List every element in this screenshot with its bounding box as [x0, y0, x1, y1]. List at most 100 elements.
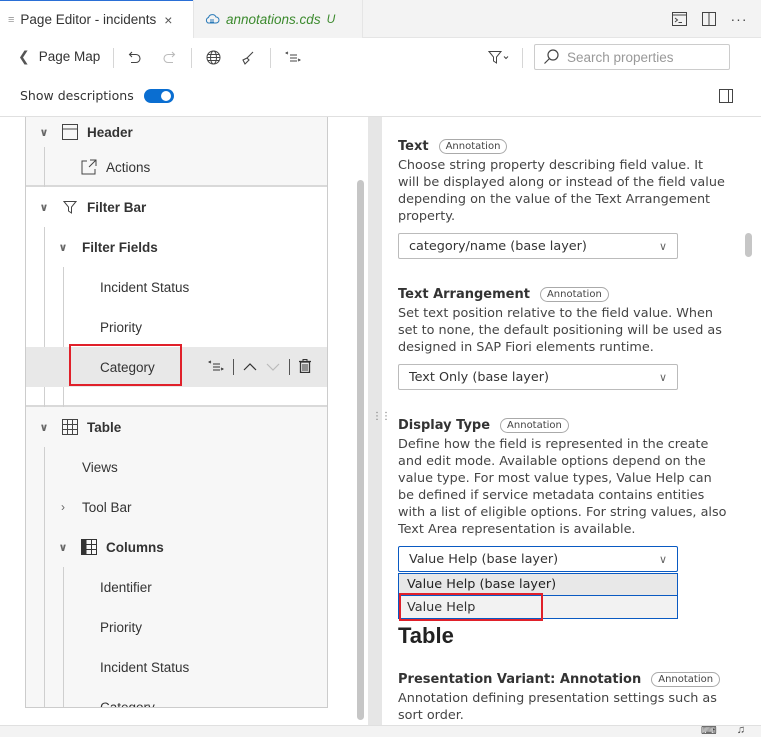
annotation-badge: Annotation: [651, 672, 721, 687]
tree-node-label: Incident Status: [100, 659, 190, 675]
tree-node-filter-field[interactable]: Incident Status: [26, 267, 327, 307]
chevron-down-icon: ∨: [658, 239, 667, 253]
status-bar: ⌨ ♫: [0, 724, 761, 737]
page-map-label: Page Map: [38, 49, 101, 64]
tree-node-column[interactable]: Priority: [26, 607, 327, 647]
filter-dropdown-icon[interactable]: [488, 50, 510, 65]
page-map-button[interactable]: ❮ Page Map: [18, 48, 100, 65]
tree-node-label: Header: [87, 124, 133, 140]
chevron-down-icon[interactable]: ∨: [57, 241, 69, 254]
text-arrangement-select[interactable]: Text Only (base layer) ∨: [398, 364, 678, 390]
tree-node-label: Priority: [100, 619, 143, 635]
chevron-right-icon[interactable]: ›: [57, 500, 69, 514]
property-title: Text Arrangement: [398, 287, 530, 302]
property-title: Presentation Variant: Annotation: [398, 672, 642, 687]
annotation-badge: Annotation: [500, 418, 569, 433]
tree-node-columns[interactable]: ∨ Columns: [26, 527, 327, 567]
terminal-icon[interactable]: [671, 11, 687, 27]
toolbar-divider: [191, 48, 192, 68]
globe-icon[interactable]: [206, 50, 221, 65]
tab-page-editor[interactable]: ≡ Page Editor - incidents ×: [0, 0, 193, 38]
feedback-icon[interactable]: ⌨: [701, 724, 717, 737]
tree-section-filter-bar: ∨ Filter Bar ∨ Filter Fields Incident St…: [26, 187, 327, 407]
tree-node-filter-field[interactable]: Priority: [26, 307, 327, 347]
annotation-badge: Annotation: [539, 287, 609, 302]
property-display-type: Display Type Annotation Define how the f…: [398, 418, 728, 572]
more-actions-icon[interactable]: ···: [731, 11, 747, 27]
show-descriptions-toggle[interactable]: [143, 88, 174, 103]
tree-node-label: Incident Status: [100, 279, 190, 295]
chevron-down-icon: ∨: [658, 552, 667, 566]
tree-node-label: Category: [100, 699, 155, 708]
property-text: Text Annotation Choose string property d…: [398, 139, 728, 259]
tree-node-filter-field-selected[interactable]: Category: [26, 344, 327, 387]
panel-splitter[interactable]: ⋮⋮: [368, 117, 391, 725]
text-select[interactable]: category/name (base layer) ∨: [398, 233, 678, 259]
notifications-bell-icon[interactable]: ♫: [737, 724, 745, 737]
tree-node-tool-bar[interactable]: › Tool Bar: [26, 487, 327, 527]
property-description: Define how the field is represented in t…: [398, 437, 727, 537]
columns-icon: [81, 539, 97, 555]
move-up-icon[interactable]: [243, 360, 257, 375]
redo-icon[interactable]: [162, 50, 176, 64]
tree-node-label: Priority: [100, 319, 143, 335]
tree-node-column[interactable]: Category: [26, 687, 327, 708]
select-value: Value Help (base layer): [409, 551, 559, 567]
chevron-left-icon: ❮: [18, 48, 30, 64]
outline-list-icon[interactable]: [207, 359, 225, 376]
properties-panel: Text Annotation Choose string property d…: [382, 117, 742, 725]
tree-node-table[interactable]: ∨ Table: [26, 407, 327, 447]
move-down-icon[interactable]: [266, 360, 280, 375]
annotation-badge: Annotation: [438, 139, 508, 154]
tree-node-header[interactable]: ∨ Header: [26, 117, 327, 147]
external-link-icon: [81, 159, 97, 175]
chevron-down-icon[interactable]: ∨: [38, 421, 50, 434]
tree-node-views[interactable]: Views: [26, 447, 327, 487]
tab-annotations-cds[interactable]: annotations.cds U: [193, 0, 363, 38]
undo-icon[interactable]: [128, 50, 142, 64]
delete-icon[interactable]: [299, 358, 311, 376]
properties-scrollbar[interactable]: [745, 233, 752, 257]
outline-list-icon[interactable]: [285, 50, 301, 64]
property-description: Choose string property describing field …: [398, 158, 725, 224]
search-input[interactable]: [567, 49, 727, 65]
tree-node-label: Filter Fields: [82, 239, 158, 255]
tree-section-table: ∨ Table Views › Tool Bar ∨ Columns Ident…: [26, 407, 327, 708]
divider: [233, 359, 234, 375]
property-title: Text: [398, 139, 429, 154]
property-presentation-variant: Presentation Variant: Annotation Annotat…: [398, 672, 728, 724]
tree-node-column[interactable]: Incident Status: [26, 647, 327, 687]
tree-node-filter-bar[interactable]: ∨ Filter Bar: [26, 187, 327, 227]
section-heading: Table: [398, 623, 454, 648]
search-properties-field[interactable]: [534, 44, 730, 70]
tree-node-label: Tool Bar: [82, 499, 132, 515]
chevron-down-icon[interactable]: ∨: [57, 541, 69, 554]
property-description: Annotation defining presentation setting…: [398, 691, 717, 723]
property-text-arrangement: Text Arrangement Annotation Set text pos…: [398, 287, 728, 390]
tree-node-actions[interactable]: Actions: [26, 147, 327, 187]
chevron-down-icon[interactable]: ∨: [38, 201, 50, 214]
tree-node-filter-fields[interactable]: ∨ Filter Fields: [26, 227, 327, 267]
tree-scrollbar[interactable]: [357, 180, 364, 720]
property-description: Set text position relative to the field …: [398, 306, 722, 355]
tree-node-label: Identifier: [100, 579, 152, 595]
split-editor-icon[interactable]: [701, 11, 717, 27]
editor-tab-bar: ≡ Page Editor - incidents × annotations.…: [0, 0, 761, 38]
tree-node-label: Columns: [106, 539, 164, 555]
tree-node-label: Table: [87, 419, 122, 435]
close-tab-icon[interactable]: ×: [164, 12, 172, 28]
filter-icon: [62, 199, 78, 215]
tab-label: Page Editor - incidents: [20, 12, 157, 27]
toggle-panel-icon[interactable]: [719, 89, 733, 103]
page-map-tree: ∨ Header Actions ∨ Filter Bar ∨ Filter F…: [25, 117, 328, 708]
untracked-status-badge: U: [326, 12, 336, 26]
property-title: Display Type: [398, 418, 491, 433]
tree-node-label: Actions: [106, 159, 151, 175]
tree-node-column[interactable]: Identifier: [26, 567, 327, 607]
tab-label: annotations.cds: [226, 11, 321, 27]
chevron-down-icon[interactable]: ∨: [38, 126, 50, 139]
header-layout-icon: [62, 124, 78, 140]
clean-brush-icon[interactable]: [240, 50, 255, 65]
display-type-select[interactable]: Value Help (base layer) ∨: [398, 546, 678, 572]
search-icon: [544, 49, 559, 64]
